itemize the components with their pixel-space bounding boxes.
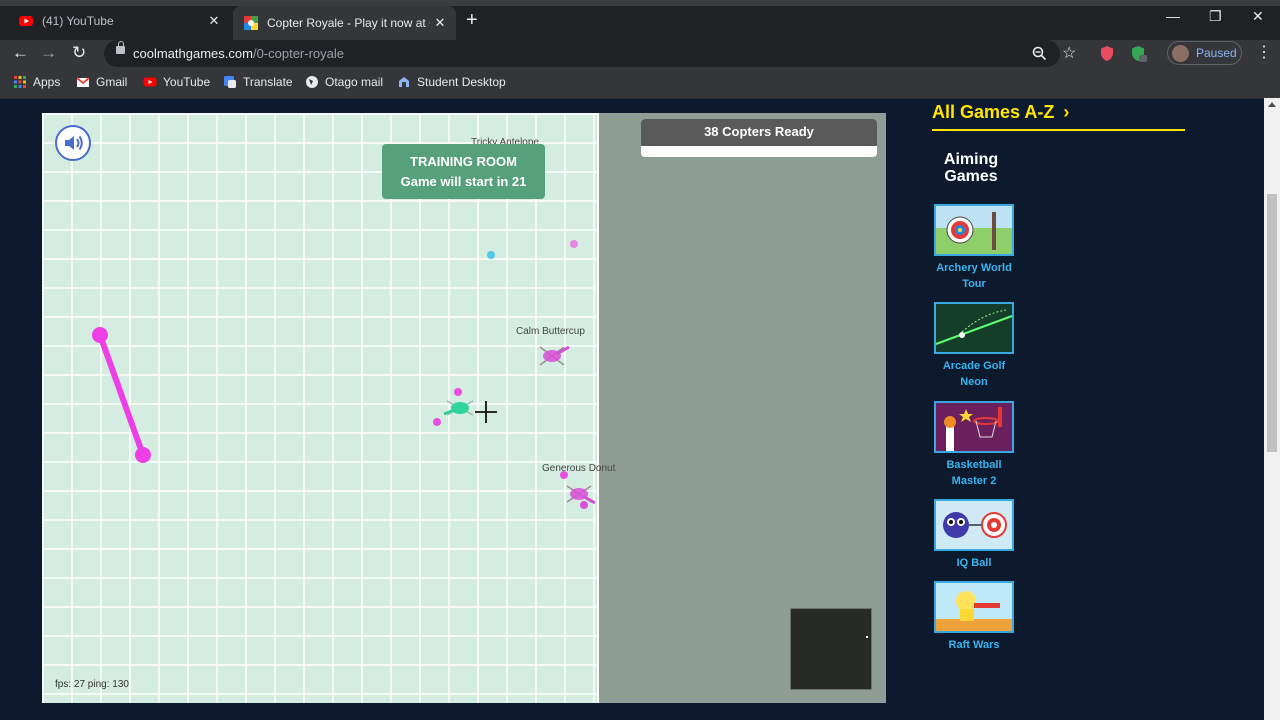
tab-title: (41) YouTube bbox=[42, 13, 114, 28]
ghostery-extension-icon[interactable] bbox=[1130, 45, 1148, 63]
url-text: coolmathgames.com/0-copter-royale bbox=[133, 46, 344, 61]
tab-strip: (41) YouTube ✕ Copter Royale - Play it n… bbox=[0, 0, 1280, 40]
apps-grid-icon bbox=[14, 76, 26, 88]
bookmarks-bar: Apps Gmail YouTube Translate Otago mail … bbox=[0, 68, 1280, 99]
bookmark-otago-mail[interactable]: Otago mail bbox=[305, 75, 383, 89]
enemy-copter bbox=[539, 345, 570, 366]
avatar bbox=[1172, 45, 1189, 62]
game-thumbnail[interactable] bbox=[934, 581, 1014, 633]
game-tile-archery[interactable]: Archery World Tour bbox=[934, 204, 1014, 292]
enemy-copter bbox=[566, 485, 596, 509]
fps-ping-readout: fps: 27 ping: 130 bbox=[55, 679, 129, 690]
minimize-icon[interactable]: — bbox=[1166, 8, 1180, 24]
profile-label: Paused bbox=[1196, 46, 1237, 60]
profile-button[interactable]: Paused bbox=[1167, 41, 1242, 65]
game-objects-layer bbox=[92, 240, 596, 509]
player-name-label: Generous Donut bbox=[542, 463, 616, 474]
tab-copter-royale[interactable]: Copter Royale - Play it now at Coolmath … bbox=[233, 6, 456, 40]
restore-icon[interactable]: ❐ bbox=[1209, 8, 1222, 25]
tab-title: Copter Royale - Play it now at Coolmath … bbox=[267, 16, 430, 30]
game-title[interactable]: Arcade Golf Neon bbox=[934, 358, 1014, 390]
desktop-icon bbox=[399, 77, 409, 87]
game-title[interactable]: IQ Ball bbox=[934, 555, 1014, 571]
copters-ready-text: 38 Copters Ready bbox=[641, 119, 877, 146]
scroll-up-arrow[interactable] bbox=[1268, 102, 1276, 107]
translate-icon bbox=[224, 76, 236, 88]
shield-extension-icon[interactable] bbox=[1099, 45, 1115, 62]
game-tile-raft-wars[interactable]: Raft Wars bbox=[934, 581, 1014, 653]
chevron-right-icon: › bbox=[1063, 102, 1070, 122]
back-arrow-icon[interactable]: ← bbox=[12, 43, 29, 63]
globe-icon bbox=[306, 76, 318, 88]
lock-icon bbox=[116, 41, 125, 54]
laser-endpoint bbox=[135, 447, 151, 463]
gmail-icon bbox=[76, 77, 90, 87]
copters-ready-panel: 38 Copters Ready bbox=[641, 119, 877, 157]
bullet-dot bbox=[433, 418, 441, 426]
game-tile-basketball[interactable]: Basketball Master 2 bbox=[934, 401, 1014, 489]
youtube-icon bbox=[19, 15, 33, 26]
window-close-icon[interactable]: ✕ bbox=[1252, 8, 1264, 25]
scrollbar-thumb[interactable] bbox=[1267, 194, 1277, 452]
page-scrollbar[interactable] bbox=[1264, 98, 1280, 720]
minimap-player-marker bbox=[866, 636, 868, 638]
game-title[interactable]: Raft Wars bbox=[934, 637, 1014, 653]
menu-dots-icon[interactable]: ⋮ bbox=[1256, 43, 1272, 63]
bookmark-apps[interactable]: Apps bbox=[13, 75, 60, 89]
game-thumbnail[interactable] bbox=[934, 204, 1014, 256]
bookmark-gmail[interactable]: Gmail bbox=[76, 75, 127, 89]
game-title[interactable]: Archery World Tour bbox=[934, 260, 1014, 292]
game-tile-arcade-golf[interactable]: Arcade Golf Neon bbox=[934, 302, 1014, 390]
star-icon[interactable]: ☆ bbox=[1062, 43, 1076, 63]
crosshair-cursor bbox=[475, 401, 497, 423]
tab-youtube[interactable]: (41) YouTube ✕ bbox=[8, 6, 230, 35]
sidebar-divider bbox=[932, 129, 1185, 131]
sidebar-heading: Aiming Games bbox=[943, 151, 999, 185]
browser-toolbar: ← → ↻ coolmathgames.com/0-copter-royale … bbox=[0, 40, 1280, 68]
laser-endpoint bbox=[92, 327, 108, 343]
player-copter bbox=[443, 400, 474, 416]
new-tab-button[interactable]: + bbox=[466, 10, 478, 30]
close-icon[interactable]: ✕ bbox=[204, 13, 224, 29]
bookmark-youtube[interactable]: YouTube bbox=[143, 75, 210, 89]
player-name-label: Calm Buttercup bbox=[516, 326, 585, 337]
bookmark-translate[interactable]: Translate bbox=[223, 75, 293, 89]
all-games-link[interactable]: All Games A-Z › bbox=[932, 102, 1069, 123]
minimap bbox=[790, 608, 872, 690]
game-thumbnail[interactable] bbox=[934, 499, 1014, 551]
coolmath-icon bbox=[244, 16, 258, 30]
bookmark-student-desktop[interactable]: Student Desktop bbox=[397, 75, 506, 89]
game-thumbnail[interactable] bbox=[934, 401, 1014, 453]
orb-dot bbox=[487, 251, 495, 259]
bullet-dot bbox=[454, 388, 462, 396]
game-tile-iq-ball[interactable]: IQ Ball bbox=[934, 499, 1014, 571]
forward-arrow-icon[interactable]: → bbox=[40, 43, 57, 63]
game-canvas[interactable]: Tricky Antelope TRAINING ROOM Game will … bbox=[42, 113, 886, 703]
zoom-icon[interactable] bbox=[1032, 46, 1047, 61]
orb-dot bbox=[570, 240, 578, 248]
reload-icon[interactable]: ↻ bbox=[72, 43, 86, 63]
laser-beam bbox=[97, 332, 146, 458]
youtube-icon bbox=[143, 77, 157, 87]
game-title[interactable]: Basketball Master 2 bbox=[934, 457, 1014, 489]
close-icon[interactable]: ✕ bbox=[430, 15, 450, 31]
game-thumbnail[interactable] bbox=[934, 302, 1014, 354]
address-bar[interactable]: coolmathgames.com/0-copter-royale ☆ bbox=[104, 40, 1076, 67]
